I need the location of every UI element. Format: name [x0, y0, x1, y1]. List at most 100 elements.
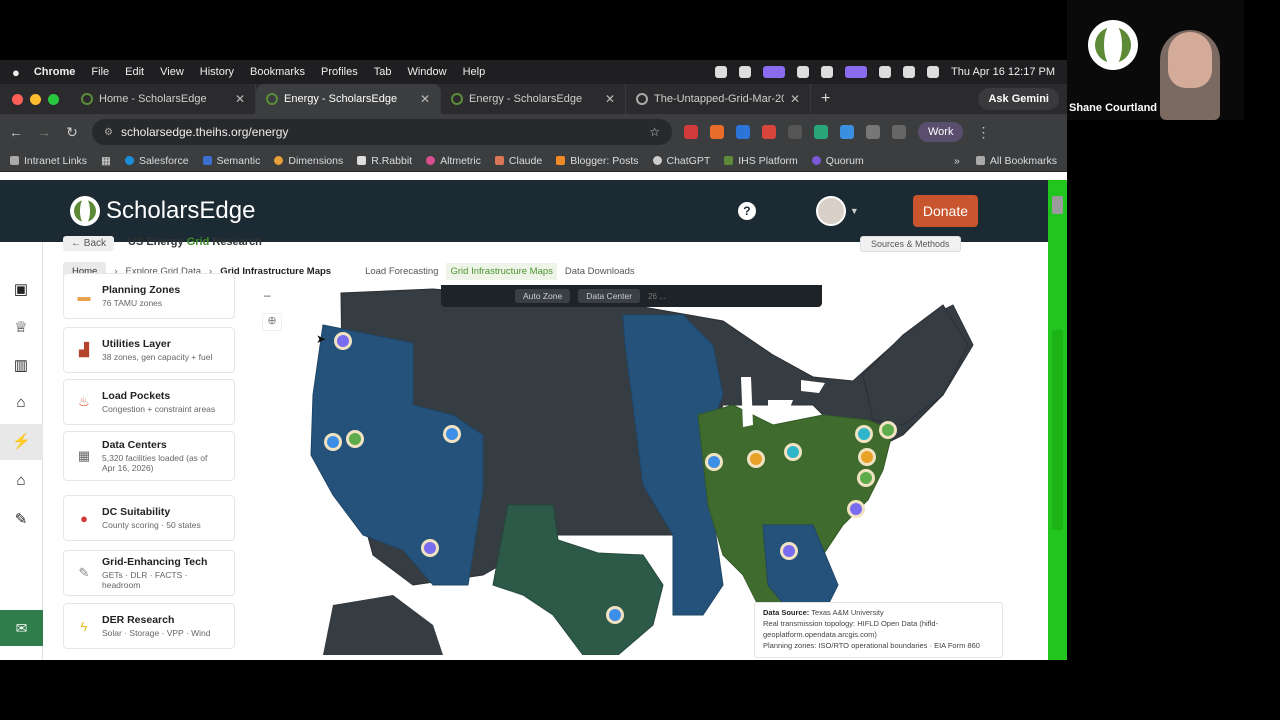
zoom-out-button[interactable]: –: [264, 288, 271, 302]
extension-icon[interactable]: [710, 125, 724, 139]
status-icon[interactable]: [797, 66, 810, 78]
extension-icon[interactable]: [814, 125, 828, 139]
bookmark-item[interactable]: ChatGPT: [652, 155, 710, 167]
chevron-down-icon[interactable]: ▼: [850, 206, 859, 216]
graduation-cap-icon[interactable]: ✎: [12, 510, 30, 528]
battery-icon[interactable]: [903, 66, 916, 78]
trophy-icon[interactable]: ♕: [12, 318, 30, 336]
map-marker[interactable]: [787, 446, 799, 458]
layer-data-centers[interactable]: ▦ Data Centers 5,320 facilities loaded (…: [63, 431, 235, 481]
map-marker[interactable]: [446, 428, 458, 440]
layer-der-research[interactable]: ϟ DER Research Solar · Storage · VPP · W…: [63, 603, 235, 649]
us-map-svg[interactable]: [253, 285, 1033, 655]
back-arrow-icon[interactable]: ←: [8, 124, 24, 140]
status-icon[interactable]: [821, 66, 834, 78]
menu-file[interactable]: File: [91, 66, 109, 78]
institution-icon[interactable]: ⌂: [12, 394, 30, 412]
extension-icon[interactable]: [684, 125, 698, 139]
extension-icon[interactable]: [736, 125, 750, 139]
map-marker[interactable]: [860, 472, 872, 484]
url-field[interactable]: ⚙ scholarsedge.theihs.org/energy ☆: [92, 119, 672, 145]
tab-grid-infrastructure-maps[interactable]: Grid Infrastructure Maps: [446, 262, 557, 280]
layer-load-pockets[interactable]: ♨ Load Pockets Congestion + constraint a…: [63, 379, 235, 425]
map-marker[interactable]: [750, 453, 762, 465]
status-icon[interactable]: [739, 66, 752, 78]
apps-grid-icon[interactable]: ▦: [101, 155, 111, 167]
menu-edit[interactable]: Edit: [125, 66, 144, 78]
map-marker[interactable]: [783, 545, 795, 557]
bookmark-item[interactable]: IHS Platform: [724, 155, 798, 167]
site-info-icon[interactable]: ⚙: [104, 127, 113, 138]
new-tab-button[interactable]: +: [811, 90, 840, 108]
close-tab-icon[interactable]: ✕: [790, 92, 800, 106]
tab-load-forecasting[interactable]: Load Forecasting: [365, 266, 438, 277]
wifi-icon[interactable]: [879, 66, 892, 78]
map-marker[interactable]: [850, 503, 862, 515]
map-marker[interactable]: [882, 424, 894, 436]
bookmark-item[interactable]: Intranet Links: [10, 155, 87, 167]
layer-planning-zones[interactable]: ▬ Planning Zones 76 TAMU zones: [63, 273, 235, 319]
close-tab-icon[interactable]: ✕: [235, 92, 245, 106]
map-marker[interactable]: [424, 542, 436, 554]
kebab-menu-icon[interactable]: ⋮: [975, 124, 991, 141]
us-grid-map[interactable]: [253, 285, 1033, 655]
home-icon[interactable]: ⌂: [12, 472, 30, 490]
profile-button[interactable]: Work: [918, 122, 964, 142]
layer-grid-enhancing-tech[interactable]: ✎ Grid-Enhancing Tech GETs · DLR · FACTS…: [63, 550, 235, 596]
menu-view[interactable]: View: [160, 66, 184, 78]
book-icon[interactable]: ▥: [12, 356, 30, 374]
sources-methods-button[interactable]: Sources & Methods: [860, 236, 961, 252]
bookmark-item[interactable]: Quorum: [811, 155, 864, 167]
bookmark-item[interactable]: R.Rabbit: [357, 155, 412, 167]
apple-icon[interactable]: ●: [12, 65, 20, 80]
locate-icon[interactable]: ⊕: [262, 313, 282, 331]
scrollbar-up-arrow[interactable]: [1052, 196, 1063, 214]
data-center-button[interactable]: Data Center: [578, 289, 641, 303]
zoom-window-button[interactable]: [48, 93, 59, 105]
menu-bookmarks[interactable]: Bookmarks: [250, 66, 305, 78]
minimize-window-button[interactable]: [30, 93, 41, 105]
donate-button[interactable]: Donate: [912, 195, 978, 227]
menu-window[interactable]: Window: [407, 66, 446, 78]
menu-app-name[interactable]: Chrome: [34, 66, 76, 78]
layer-utilities[interactable]: ▟ Utilities Layer 38 zones, gen capacity…: [63, 327, 235, 373]
auto-zone-button[interactable]: Auto Zone: [515, 289, 571, 303]
map-region-alaska[interactable]: [323, 595, 443, 655]
extensions-puzzle-icon[interactable]: [866, 125, 880, 139]
screen-share-icon[interactable]: [763, 66, 786, 78]
scrollbar-thumb[interactable]: [1052, 330, 1063, 530]
reload-icon[interactable]: ↻: [64, 124, 80, 141]
bookmark-item[interactable]: Altmetric: [426, 155, 481, 167]
bookmark-item[interactable]: Semantic: [202, 155, 260, 167]
site-logo-text[interactable]: ScholarsEdge: [106, 197, 255, 225]
bookmark-item[interactable]: Dimensions: [274, 155, 343, 167]
calendar-icon[interactable]: ▣: [12, 280, 30, 298]
scholarsedge-logo-icon[interactable]: [70, 196, 100, 226]
side-panel-icon[interactable]: [892, 125, 906, 139]
menubar-clock[interactable]: Thu Apr 16 12:17 PM: [951, 66, 1055, 78]
close-tab-icon[interactable]: ✕: [605, 92, 615, 106]
bookmark-item[interactable]: Salesforce: [124, 155, 189, 167]
map-marker[interactable]: [349, 433, 361, 445]
menu-help[interactable]: Help: [463, 66, 486, 78]
more-bookmarks-button[interactable]: »: [954, 155, 960, 167]
map-marker[interactable]: [861, 451, 873, 463]
tab-data-downloads[interactable]: Data Downloads: [565, 266, 635, 277]
all-bookmarks-button[interactable]: All Bookmarks: [975, 155, 1057, 167]
help-icon[interactable]: ?: [737, 202, 756, 220]
energy-bolt-icon[interactable]: ⚡: [0, 424, 43, 460]
menu-tab[interactable]: Tab: [374, 66, 392, 78]
screen-share-icon[interactable]: [845, 66, 868, 78]
map-marker[interactable]: [327, 436, 339, 448]
browser-tab-active[interactable]: Energy - ScholarsEdge ✕: [256, 84, 441, 114]
map-marker[interactable]: [609, 609, 621, 621]
menu-profiles[interactable]: Profiles: [321, 66, 358, 78]
ask-gemini-button[interactable]: Ask Gemini: [978, 88, 1059, 110]
chat-icon[interactable]: ✉: [0, 610, 43, 646]
back-button[interactable]: ← Back: [63, 236, 115, 251]
close-tab-icon[interactable]: ✕: [420, 92, 430, 106]
menu-history[interactable]: History: [200, 66, 234, 78]
map-marker[interactable]: [858, 428, 870, 440]
browser-tab[interactable]: Home - ScholarsEdge ✕: [71, 84, 256, 114]
extension-icon[interactable]: [762, 125, 776, 139]
